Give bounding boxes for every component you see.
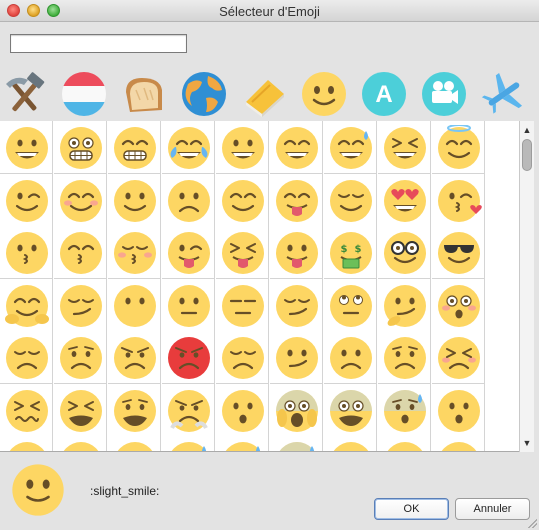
emoji-money-mouth-icon[interactable]: $ $ <box>324 226 377 279</box>
emoji-slight-smile-icon[interactable] <box>108 173 161 227</box>
emoji-sleepy-icon[interactable] <box>216 436 269 451</box>
emoji-scream-icon[interactable] <box>270 383 323 437</box>
emoji-frowning2-icon[interactable] <box>378 331 431 384</box>
emoji-persevere-icon[interactable] <box>432 331 485 384</box>
emoji-grin-icon[interactable] <box>108 121 161 174</box>
notebook-icon[interactable] <box>240 70 288 118</box>
window-titlebar: Sélecteur d'Emoji <box>0 0 539 22</box>
emoji-kissing-heart-icon[interactable] <box>432 173 485 227</box>
emoji-no-mouth-icon[interactable] <box>108 278 161 332</box>
emoji-relaxed-icon[interactable] <box>216 173 269 227</box>
svg-text:$: $ <box>355 244 362 255</box>
emoji-grid-scrollbar[interactable]: ▲ ▼ <box>519 121 534 452</box>
emoji-unamused-icon[interactable] <box>270 278 323 332</box>
cancel-button[interactable]: Annuler <box>455 498 530 520</box>
emoji-stuck-out-tongue-winking-eye-icon[interactable] <box>162 226 215 279</box>
emoji-upside-down-icon[interactable] <box>162 173 215 227</box>
airplane-icon[interactable] <box>480 70 528 118</box>
emoji-neutral-face-icon[interactable] <box>162 278 215 332</box>
emoji-fearful-icon[interactable] <box>324 383 377 437</box>
emoji-hushed-icon[interactable] <box>432 383 485 437</box>
emoji-dizzy-face-icon[interactable] <box>378 436 431 451</box>
emoji-innocent-icon[interactable] <box>432 121 485 174</box>
emoji-stuck-out-tongue-icon[interactable] <box>270 226 323 279</box>
svg-text:$: $ <box>341 244 348 255</box>
emoji-sob-icon[interactable] <box>324 436 377 451</box>
emoji-stuck-out-tongue-closed-eyes-icon[interactable] <box>216 226 269 279</box>
emoji-confused-icon[interactable] <box>270 331 323 384</box>
emoji-expressionless-icon[interactable] <box>216 278 269 332</box>
emoji-relieved-icon[interactable] <box>324 173 377 227</box>
emoji-open-mouth-icon[interactable] <box>216 383 269 437</box>
scroll-up-icon[interactable]: ▲ <box>520 123 534 137</box>
emoji-blush-icon[interactable] <box>54 173 107 227</box>
emoji-pensive-icon[interactable] <box>216 331 269 384</box>
emoji-grimacing-icon[interactable] <box>54 121 107 174</box>
emoji-hugging-icon[interactable] <box>0 278 53 332</box>
emoji-smiley-icon[interactable] <box>216 121 269 174</box>
emoji-kissing-icon[interactable] <box>0 226 53 279</box>
emoji-astonished-icon[interactable] <box>432 436 485 451</box>
emoji-yum-icon[interactable] <box>270 173 323 227</box>
selected-emoji-shortcode: :slight_smile: <box>90 484 160 498</box>
emoji-cold-sweat-icon[interactable] <box>378 383 431 437</box>
emoji-disappointed-relieved-icon[interactable] <box>162 436 215 451</box>
search-input[interactable] <box>10 34 187 53</box>
resize-grip[interactable] <box>527 518 537 528</box>
emoji-kissing-smiling-eyes-icon[interactable] <box>54 226 107 279</box>
emoji-cry-icon[interactable] <box>108 436 161 451</box>
letter-a-icon[interactable]: A <box>360 70 408 118</box>
slight-smile-icon <box>10 462 66 518</box>
emoji-sweat-icon[interactable] <box>270 436 323 451</box>
ok-button[interactable]: OK <box>374 498 449 520</box>
hammer-pick-icon[interactable] <box>2 70 50 118</box>
scrollbar-thumb[interactable] <box>522 139 532 171</box>
emoji-nerd-icon[interactable] <box>378 226 431 279</box>
emoji-laughing-icon[interactable] <box>378 121 431 174</box>
emoji-anguished-icon[interactable] <box>54 436 107 451</box>
emoji-angry-icon[interactable] <box>108 331 161 384</box>
emoji-rolling-eyes-icon[interactable] <box>324 278 377 332</box>
smiley-icon[interactable] <box>300 70 348 118</box>
emoji-wink-icon[interactable] <box>0 173 53 227</box>
emoji-worried-icon[interactable] <box>54 331 107 384</box>
emoji-smirk-icon[interactable] <box>54 278 107 332</box>
emoji-grid-viewport[interactable]: $ $ <box>0 121 534 452</box>
emoji-weary-icon[interactable] <box>108 383 161 437</box>
camera-icon[interactable] <box>420 70 468 118</box>
emoji-slight-frown-icon[interactable] <box>324 331 377 384</box>
emoji-flushed-icon[interactable] <box>432 278 485 332</box>
emoji-grinning-icon[interactable] <box>0 121 53 174</box>
emoji-rage-icon[interactable] <box>162 331 215 384</box>
emoji-disappointed-icon[interactable] <box>0 331 53 384</box>
emoji-confounded-icon[interactable] <box>0 383 53 437</box>
svg-text:A: A <box>375 81 392 108</box>
scroll-down-icon[interactable]: ▼ <box>520 436 534 450</box>
emoji-thinking-icon[interactable] <box>378 278 431 332</box>
emoji-joy-icon[interactable] <box>162 121 215 174</box>
emoji-sweat-smile-icon[interactable] <box>324 121 377 174</box>
emoji-tired-face-icon[interactable] <box>54 383 107 437</box>
emoji-frowning-icon[interactable] <box>0 436 53 451</box>
bread-icon[interactable] <box>120 70 168 118</box>
globe-icon[interactable] <box>180 70 228 118</box>
emoji-sunglasses-icon[interactable] <box>432 226 485 279</box>
emoji-triumph-icon[interactable] <box>162 383 215 437</box>
category-bar: A <box>0 68 539 120</box>
flag-luxembourg-icon[interactable] <box>60 70 108 118</box>
window-title: Sélecteur d'Emoji <box>219 4 320 19</box>
emoji-heart-eyes-icon[interactable] <box>378 173 431 227</box>
emoji-kissing-closed-eyes-icon[interactable] <box>108 226 161 279</box>
emoji-smile-icon[interactable] <box>270 121 323 174</box>
